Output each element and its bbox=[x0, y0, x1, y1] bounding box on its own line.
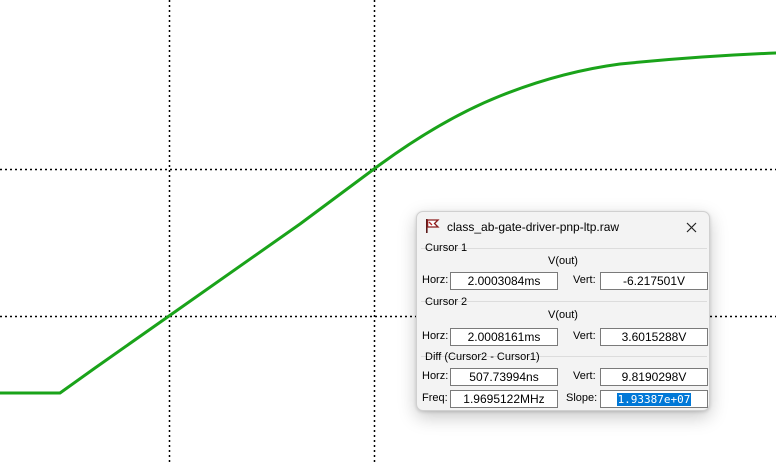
diff-horz-label: Horz: bbox=[422, 370, 449, 382]
diff-horz-field[interactable]: 507.73994ns bbox=[450, 368, 558, 386]
cursor1-vert-label: Vert: bbox=[573, 274, 596, 286]
cursor2-horz-field[interactable]: 2.0008161ms bbox=[450, 328, 558, 346]
cursor1-group-label: Cursor 1 bbox=[425, 242, 468, 254]
close-icon bbox=[686, 222, 696, 232]
window-title: class_ab-gate-driver-pnp-ltp.raw bbox=[447, 220, 620, 234]
diff-freq-label: Freq: bbox=[422, 392, 448, 404]
cursor-readout-window[interactable]: class_ab-gate-driver-pnp-ltp.raw Cursor … bbox=[416, 211, 710, 411]
cursor2-trace-name: V(out) bbox=[548, 309, 578, 321]
diff-vert-field[interactable]: 9.8190298V bbox=[600, 368, 708, 386]
cursor2-horz-label: Horz: bbox=[422, 330, 449, 342]
diff-freq-field[interactable]: 1.9695122MHz bbox=[450, 390, 558, 408]
cursor1-trace-name: V(out) bbox=[548, 255, 578, 267]
diff-slope-label: Slope: bbox=[566, 392, 598, 404]
title-bar[interactable]: class_ab-gate-driver-pnp-ltp.raw bbox=[417, 212, 709, 242]
diff-group-label: Diff (Cursor2 - Cursor1) bbox=[425, 351, 540, 363]
cursor2-vert-field[interactable]: 3.6015288V bbox=[600, 328, 708, 346]
diff-slope-field[interactable]: 1.93387e+07 bbox=[600, 390, 708, 408]
cursor1-horz-field[interactable]: 2.0003084ms bbox=[450, 272, 558, 290]
ltspice-flag-icon bbox=[426, 219, 440, 233]
diff-slope-value-selected: 1.93387e+07 bbox=[616, 393, 692, 406]
close-button[interactable] bbox=[681, 217, 701, 237]
cursor2-group-label: Cursor 2 bbox=[425, 296, 468, 308]
cursor1-vert-field[interactable]: -6.217501V bbox=[600, 272, 708, 290]
cursor1-horz-label: Horz: bbox=[422, 274, 449, 286]
diff-vert-label: Vert: bbox=[573, 370, 596, 382]
cursor2-vert-label: Vert: bbox=[573, 330, 596, 342]
